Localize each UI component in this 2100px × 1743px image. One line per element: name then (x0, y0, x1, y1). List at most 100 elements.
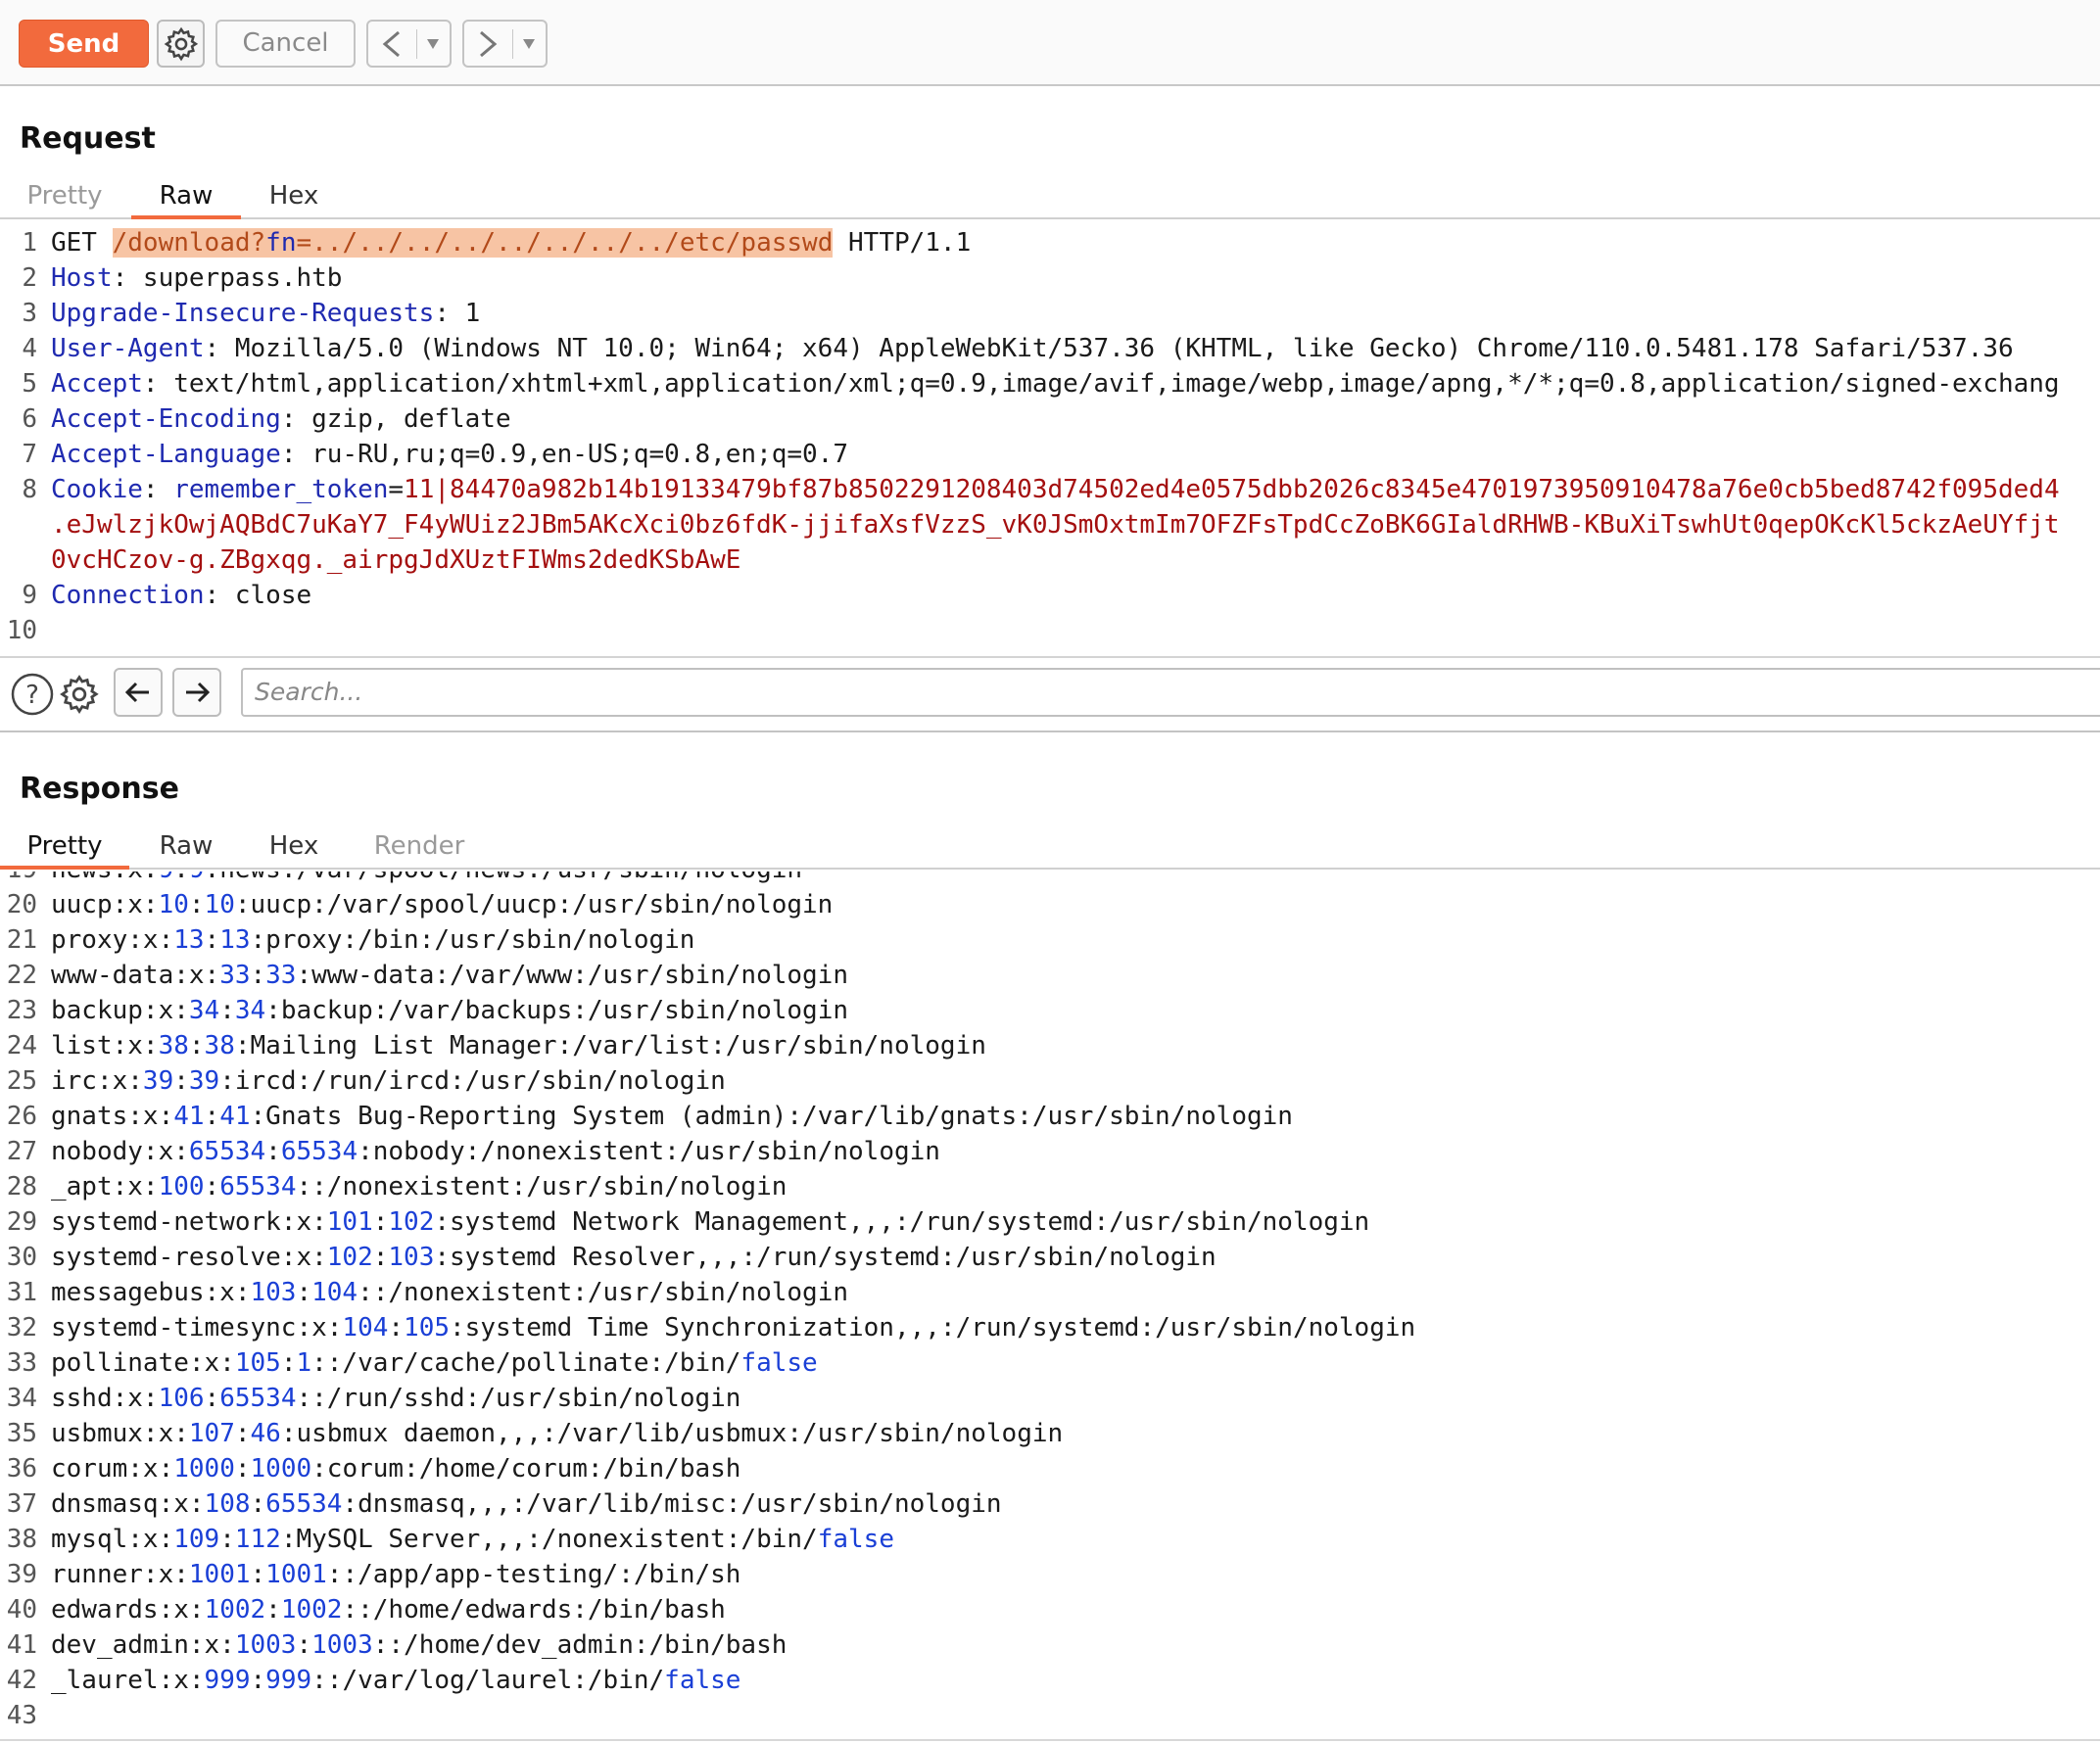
line-number: 35 (6, 1419, 37, 1448)
request-editor[interactable]: 1 GET /download?fn=../../../../../../../.… (0, 225, 2100, 654)
line-number: 22 (6, 961, 37, 990)
code-token: .eJwlzjkOwjAQBdC7uKaY7_F4yWUiz2JBm5AKcXc… (51, 510, 2060, 540)
code-token: ::/nonexistent:/usr/sbin/nologin (296, 1172, 788, 1201)
settings-gear-icon[interactable] (57, 672, 102, 717)
code-line: 3 Upgrade-Insecure-Requests: 1 (0, 296, 480, 331)
code-token: 109 (173, 1525, 220, 1554)
line-number: 30 (6, 1243, 37, 1272)
code-line: 2 Host: superpass.htb (0, 260, 342, 296)
code-token: 112 (234, 1525, 281, 1554)
code-token: 105 (404, 1313, 451, 1343)
code-line: 20 uucp:x:10:10:uucp:/var/spool/uucp:/usr… (0, 887, 834, 922)
line-number: 5 (22, 369, 37, 399)
code-token: Host (51, 263, 113, 293)
code-token: irc:x: (51, 1066, 143, 1096)
code-token: uucp:x: (51, 890, 159, 919)
line-code: .eJwlzjkOwjAQBdC7uKaY7_F4yWUiz2JBm5AKcXc… (51, 507, 2060, 542)
line-number: 21 (6, 925, 37, 955)
code-token: usbmux:x: (51, 1419, 189, 1448)
dropdown-caret-icon[interactable] (417, 22, 450, 66)
tab-render[interactable]: Render (364, 826, 474, 870)
line-number: 29 (6, 1207, 37, 1237)
code-line: 38 mysql:x:109:112:MySQL Server,,,:/nonex… (0, 1522, 894, 1557)
line-code: Accept: text/html,application/xhtml+xml,… (51, 366, 2060, 401)
code-token: 1001 (188, 1560, 251, 1589)
back-arrow-icon[interactable] (368, 22, 416, 66)
line-code: uucp:x:10:10:uucp:/var/spool/uucp:/usr/s… (51, 887, 833, 922)
line-code: news:x:9:9:news:/var/spool/news:/usr/sbi… (51, 872, 802, 887)
line-code: sshd:x:106:65534::/run/sshd:/usr/sbin/no… (51, 1381, 740, 1416)
tab-hex[interactable]: Hex (251, 176, 337, 219)
code-token: 1003 (311, 1630, 373, 1660)
code-token: 33 (219, 961, 251, 990)
search-next-button[interactable] (172, 668, 221, 717)
code-token: : (188, 1031, 205, 1060)
code-token: Accept (51, 369, 143, 399)
line-code: gnats:x:41:41:Gnats Bug-Reporting System… (51, 1099, 1293, 1134)
code-token: 34 (234, 996, 266, 1025)
code-line: 30 systemd-resolve:x:102:103:systemd Reso… (0, 1240, 1217, 1275)
code-token: news (51, 872, 113, 884)
tab-raw[interactable]: Raw (131, 176, 241, 219)
code-line: 37 dnsmasq:x:108:65534:dnsmasq,,,:/var/li… (0, 1486, 1002, 1522)
code-token: : gzip, deflate (280, 404, 511, 434)
search-input[interactable]: Search... (241, 668, 2100, 717)
code-token: 65534 (219, 1384, 297, 1413)
code-token: :uucp:/var/spool/uucp:/usr/sbin/nologin (234, 890, 834, 919)
tab-hex[interactable]: Hex (251, 826, 337, 870)
code-token: : (296, 1278, 312, 1307)
history-forward-button[interactable] (462, 20, 548, 68)
code-token: : (188, 890, 205, 919)
code-token: 1001 (265, 1560, 327, 1589)
code-token: : ru-RU,ru;q=0.9,en-US;q=0.8,en;q=0.7 (280, 440, 848, 469)
line-code: mysql:x:109:112:MySQL Server,,,:/nonexis… (51, 1522, 894, 1557)
search-previous-button[interactable] (114, 668, 163, 717)
code-token: : (173, 872, 189, 884)
svg-text:?: ? (25, 681, 39, 710)
code-token: 9 (189, 872, 205, 884)
code-token: :systemd Resolver,,,:/run/systemd:/usr/s… (434, 1243, 1217, 1272)
line-code: Upgrade-Insecure-Requests: 1 (51, 296, 480, 331)
search-bar: ? Search... (0, 656, 2100, 732)
line-code: messagebus:x:103:104::/nonexistent:/usr/… (51, 1275, 848, 1310)
settings-button[interactable] (157, 20, 205, 68)
tab-raw[interactable]: Raw (143, 826, 229, 870)
line-number: 34 (6, 1384, 37, 1413)
code-token: : (372, 1243, 389, 1272)
code-token: 38 (158, 1031, 189, 1060)
tab-pretty[interactable]: Pretty (14, 176, 116, 219)
line-number: 25 (6, 1066, 37, 1096)
code-token: 103 (388, 1243, 435, 1272)
cancel-button[interactable]: Cancel (215, 20, 356, 68)
code-token: 999 (265, 1666, 312, 1695)
response-editor[interactable]: 19news:x:9:9:news:/var/spool/news:/usr/s… (0, 872, 2100, 1737)
code-token: ::/home/edwards:/bin/bash (342, 1595, 726, 1625)
line-code: _apt:x:100:65534::/nonexistent:/usr/sbin… (51, 1169, 787, 1204)
line-number: 31 (6, 1278, 37, 1307)
line-code: proxy:x:13:13:proxy:/bin:/usr/sbin/nolog… (51, 922, 694, 958)
code-token: :systemd Network Management,,,:/run/syst… (434, 1207, 1370, 1237)
code-token: : (142, 475, 174, 504)
code-token: 13 (219, 925, 251, 955)
code-token: :MySQL Server,,,:/nonexistent:/bin/ (280, 1525, 818, 1554)
code-line: 42 _laurel:x:999:999::/var/log/laurel:/bi… (0, 1663, 741, 1698)
code-token: 10 (204, 890, 235, 919)
help-circle-icon[interactable]: ? (10, 672, 55, 717)
code-token: :backup:/var/backups:/usr/sbin/nologin (265, 996, 848, 1025)
code-token: 1000 (250, 1454, 312, 1484)
send-button[interactable]: Send (19, 20, 149, 68)
divider (0, 1739, 2100, 1741)
tab-pretty[interactable]: Pretty (0, 826, 129, 870)
line-number: 9 (22, 581, 37, 610)
forward-arrow-icon[interactable] (464, 22, 512, 66)
line-number: 8 (22, 475, 37, 504)
code-token: : close (204, 581, 312, 610)
code-line: 29 systemd-network:x:101:102:systemd Netw… (0, 1204, 1370, 1240)
code-token: 101 (326, 1207, 373, 1237)
line-code: runner:x:1001:1001::/app/app-testing/:/b… (51, 1557, 740, 1592)
dropdown-caret-icon[interactable] (513, 22, 546, 66)
history-back-button[interactable] (366, 20, 452, 68)
line-code: _laurel:x:999:999::/var/log/laurel:/bin/… (51, 1663, 740, 1698)
code-token: fn (265, 228, 297, 258)
code-token: : (234, 1454, 251, 1484)
